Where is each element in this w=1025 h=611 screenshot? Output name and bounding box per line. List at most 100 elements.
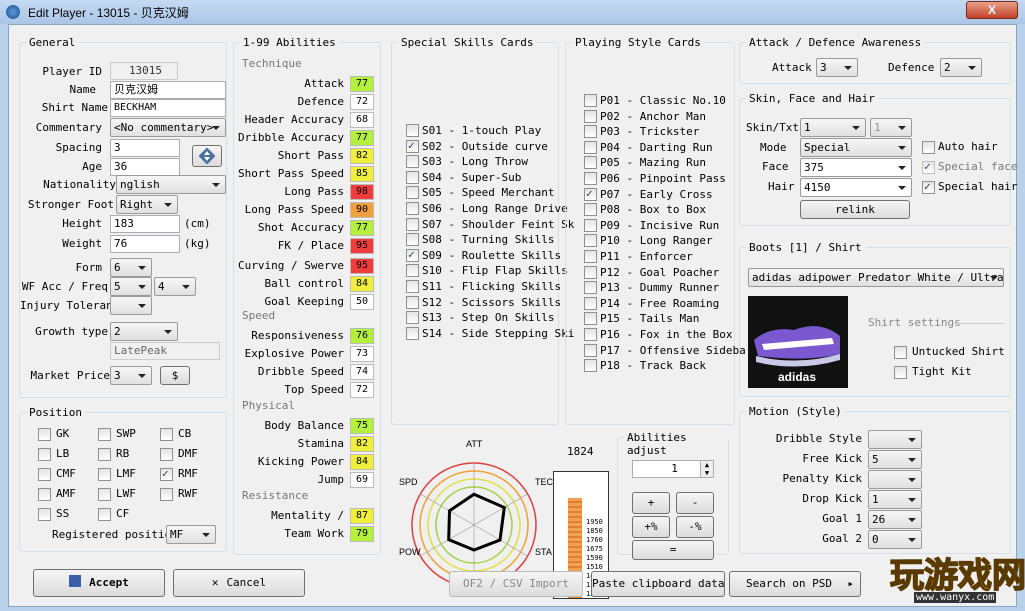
skill-checkbox[interactable]: [406, 202, 419, 215]
adjust-spinner[interactable]: ▲ ▼: [700, 460, 714, 478]
ability-value[interactable]: 77: [350, 130, 374, 146]
cancel-button[interactable]: ✕ Cancel: [173, 569, 305, 597]
market-select[interactable]: 3: [110, 366, 152, 385]
auto-hair-checkbox[interactable]: [922, 141, 935, 154]
age-field[interactable]: 36: [110, 158, 180, 176]
style-checkbox[interactable]: [584, 94, 597, 107]
style-checkbox[interactable]: [584, 109, 597, 123]
ability-value[interactable]: 90: [350, 202, 374, 218]
tight-kit-checkbox[interactable]: [894, 366, 907, 379]
position-checkbox-amf[interactable]: [38, 488, 51, 501]
search-psd-button[interactable]: Search on PSD ▸: [729, 571, 861, 597]
height-field[interactable]: 183: [110, 215, 180, 233]
ability-value[interactable]: 82: [350, 148, 374, 164]
skill-checkbox[interactable]: [406, 124, 419, 137]
skill-checkbox[interactable]: [406, 186, 419, 200]
ability-value[interactable]: 98: [350, 184, 374, 200]
free-kick-select[interactable]: 5: [868, 450, 922, 469]
goal2-select[interactable]: 0: [868, 530, 922, 549]
ability-value[interactable]: 74: [350, 364, 374, 380]
skill-checkbox[interactable]: [406, 326, 419, 340]
close-button[interactable]: X: [966, 1, 1018, 19]
relink-button[interactable]: relink: [800, 200, 910, 219]
defence-awareness-select[interactable]: 2: [940, 58, 982, 77]
price-button[interactable]: $: [160, 366, 190, 385]
skill-checkbox[interactable]: [406, 233, 419, 247]
style-checkbox[interactable]: [584, 312, 597, 326]
wf-accuracy-select[interactable]: 5: [110, 277, 152, 296]
style-checkbox[interactable]: [584, 359, 597, 373]
ability-value[interactable]: 77: [350, 220, 374, 236]
ability-value[interactable]: 76: [350, 328, 374, 344]
position-checkbox-swp[interactable]: [98, 428, 111, 441]
position-checkbox-cf[interactable]: [98, 508, 111, 521]
commentary-select[interactable]: <No commentary>: [110, 118, 226, 137]
ability-value[interactable]: 87: [350, 508, 374, 524]
weight-field[interactable]: 76: [110, 235, 180, 253]
ability-value[interactable]: 79: [350, 526, 374, 542]
injury-select[interactable]: [110, 296, 152, 315]
attack-awareness-select[interactable]: 3: [816, 58, 858, 77]
plus-percent-button[interactable]: +%: [632, 516, 670, 538]
ability-value[interactable]: 69: [350, 472, 374, 488]
position-checkbox-gk[interactable]: [38, 428, 51, 441]
style-checkbox[interactable]: [584, 281, 597, 295]
skill-checkbox[interactable]: [406, 170, 419, 184]
skill-checkbox[interactable]: [406, 155, 419, 169]
spacing-field[interactable]: 3: [110, 139, 180, 157]
position-checkbox-rb[interactable]: [98, 448, 111, 461]
accept-button[interactable]: Accept: [33, 569, 165, 597]
ability-value[interactable]: 75: [350, 418, 374, 434]
registered-position-select[interactable]: MF: [166, 525, 216, 544]
style-checkbox[interactable]: [584, 203, 597, 217]
style-checkbox[interactable]: [584, 172, 597, 185]
wf-frequency-select[interactable]: 4: [154, 277, 196, 296]
ability-value[interactable]: 84: [350, 276, 374, 292]
equal-button[interactable]: =: [632, 540, 714, 560]
skill-checkbox[interactable]: [406, 248, 419, 262]
special-face-checkbox[interactable]: [922, 160, 935, 174]
penalty-kick-select[interactable]: [868, 470, 922, 489]
dribble-style-select[interactable]: [868, 430, 922, 449]
style-checkbox[interactable]: [584, 296, 597, 310]
position-checkbox-cb[interactable]: [160, 428, 173, 441]
skill-checkbox[interactable]: [406, 280, 419, 293]
position-checkbox-rmf[interactable]: [160, 467, 173, 481]
foot-select[interactable]: Right: [116, 195, 178, 214]
ability-value[interactable]: 82: [350, 436, 374, 452]
position-checkbox-rwf[interactable]: [160, 488, 173, 501]
position-checkbox-cmf[interactable]: [38, 468, 51, 481]
position-checkbox-lwf[interactable]: [98, 488, 111, 501]
style-checkbox[interactable]: [584, 218, 597, 232]
name-field[interactable]: 贝克汉姆: [110, 81, 226, 99]
drop-kick-select[interactable]: 1: [868, 490, 922, 509]
ability-value[interactable]: 72: [350, 94, 374, 110]
skill-checkbox[interactable]: [406, 311, 419, 325]
style-checkbox[interactable]: [584, 265, 597, 279]
style-checkbox[interactable]: [584, 187, 597, 201]
move-icon[interactable]: [192, 145, 222, 167]
skill-checkbox[interactable]: [406, 295, 419, 309]
style-checkbox[interactable]: [584, 125, 597, 139]
style-checkbox[interactable]: [584, 250, 597, 263]
ability-value[interactable]: 50: [350, 294, 374, 310]
special-hair-checkbox[interactable]: [922, 180, 935, 194]
mode-select[interactable]: Special: [800, 138, 912, 157]
skill-checkbox[interactable]: [406, 264, 419, 278]
ability-value[interactable]: 68: [350, 112, 374, 128]
form-select[interactable]: 6: [110, 258, 152, 277]
position-checkbox-lb[interactable]: [38, 448, 51, 461]
ability-value[interactable]: 84: [350, 454, 374, 470]
style-checkbox[interactable]: [584, 343, 597, 357]
untucked-checkbox[interactable]: [894, 346, 907, 359]
boots-select[interactable]: adidas adipower Predator White / Ultra: [748, 268, 1004, 287]
skill-checkbox[interactable]: [406, 139, 419, 153]
skill-checkbox[interactable]: [406, 217, 419, 231]
ability-value[interactable]: 73: [350, 346, 374, 362]
hair-select[interactable]: 4150: [800, 178, 912, 197]
ability-value[interactable]: 77: [350, 76, 374, 92]
nationality-select[interactable]: nglish: [116, 175, 226, 194]
face-select[interactable]: 375: [800, 158, 912, 177]
ability-value[interactable]: 95: [350, 258, 374, 274]
plus-button[interactable]: +: [632, 492, 670, 514]
